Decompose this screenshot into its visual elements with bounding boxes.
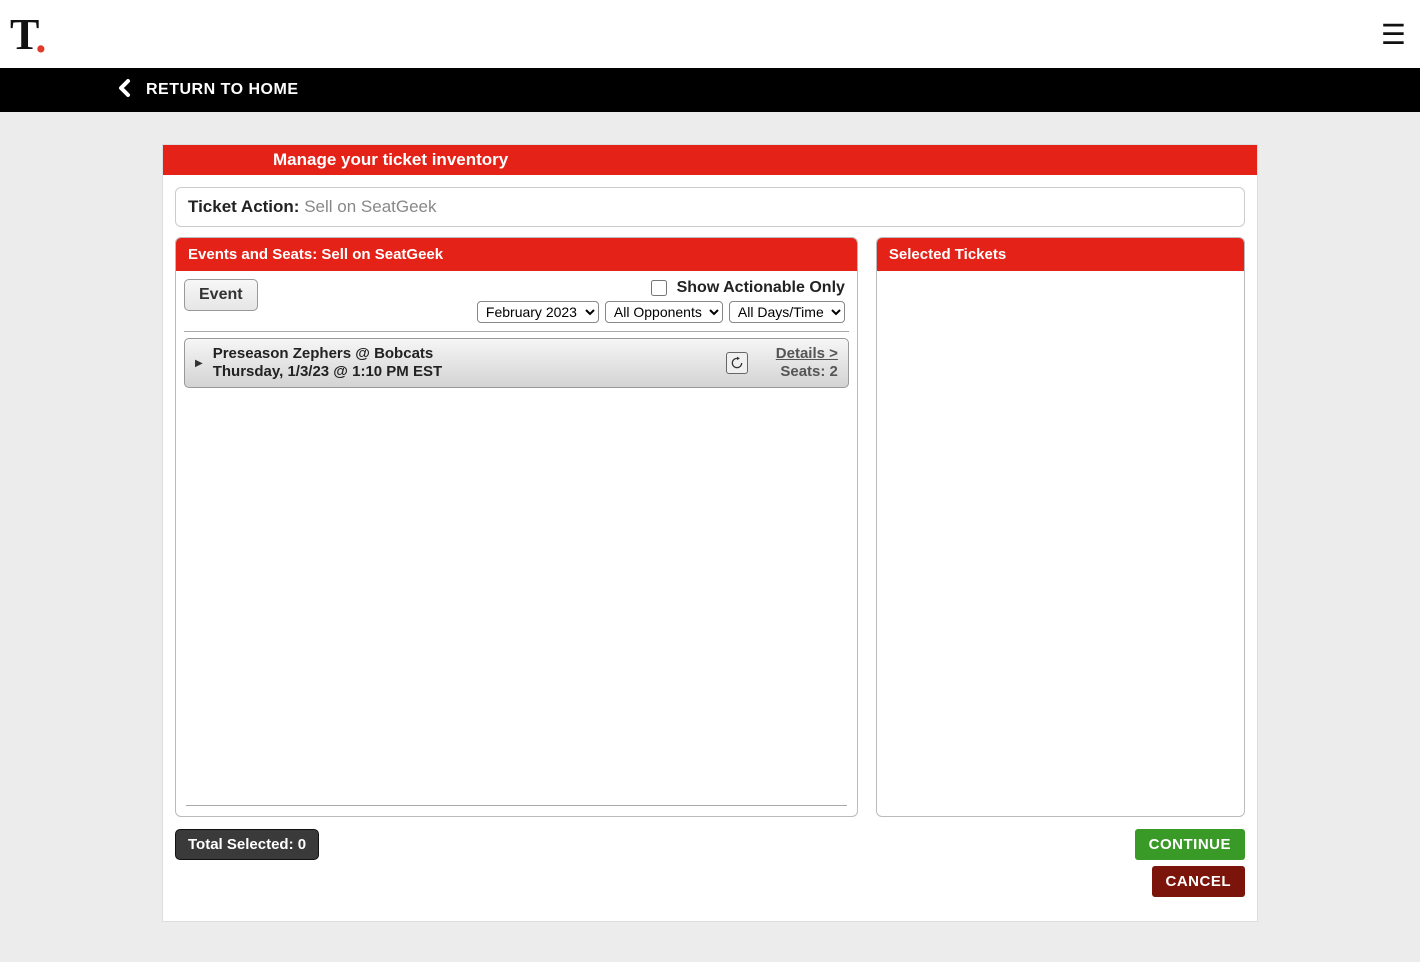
event-info: Preseason Zephers @ Bobcats Thursday, 1/… (213, 345, 442, 381)
logo-dot: . (35, 16, 44, 60)
page-title: Manage your ticket inventory (163, 145, 1257, 175)
filter-row: Event Show Actionable Only February 2023… (184, 279, 849, 332)
daytime-select[interactable]: All Days/Time (729, 301, 845, 323)
page-body: Manage your ticket inventory Ticket Acti… (0, 112, 1420, 922)
event-button[interactable]: Event (184, 279, 258, 311)
event-details-link[interactable]: Details > (776, 345, 838, 363)
month-select[interactable]: February 2023 (477, 301, 599, 323)
main-container: Manage your ticket inventory Ticket Acti… (162, 144, 1258, 922)
return-home-link[interactable]: RETURN TO HOME (118, 79, 298, 102)
ticket-action-box: Ticket Action: Sell on SeatGeek (175, 187, 1245, 227)
actionable-label: Show Actionable Only (677, 279, 845, 297)
continue-button[interactable]: CONTINUE (1135, 829, 1245, 860)
opponent-select[interactable]: All Opponents (605, 301, 723, 323)
filter-selects: February 2023 All Opponents All Days/Tim… (477, 301, 845, 323)
logo[interactable]: T. (10, 9, 44, 60)
selected-panel-body (877, 271, 1244, 816)
events-panel: Events and Seats: Sell on SeatGeek Event… (175, 237, 858, 817)
total-selected-badge: Total Selected: 0 (175, 829, 319, 860)
ticket-action-value: Sell on SeatGeek (304, 197, 436, 216)
selected-panel-header: Selected Tickets (877, 238, 1244, 271)
refresh-icon[interactable] (726, 352, 748, 374)
footer-row: Total Selected: 0 CONTINUE CANCEL (163, 817, 1257, 897)
events-panel-body: Event Show Actionable Only February 2023… (176, 271, 857, 816)
columns: Events and Seats: Sell on SeatGeek Event… (163, 237, 1257, 817)
event-datetime: Thursday, 1/3/23 @ 1:10 PM EST (213, 363, 442, 381)
actionable-checkbox[interactable] (651, 280, 667, 296)
caret-right-icon: ▶ (195, 358, 203, 369)
return-home-label: RETURN TO HOME (146, 81, 298, 99)
top-header: T. ☰ (0, 0, 1420, 68)
event-meta: Details > Seats: 2 (776, 345, 838, 381)
nav-bar: RETURN TO HOME (0, 68, 1420, 112)
event-seats: Seats: 2 (776, 363, 838, 381)
event-title: Preseason Zephers @ Bobcats (213, 345, 442, 363)
filter-controls: Show Actionable Only February 2023 All O… (477, 279, 845, 323)
action-buttons: CONTINUE CANCEL (1135, 829, 1245, 897)
selected-panel: Selected Tickets (876, 237, 1245, 817)
event-row[interactable]: ▶ Preseason Zephers @ Bobcats Thursday, … (184, 338, 849, 388)
chevron-left-icon (118, 79, 132, 102)
panel-divider (186, 805, 847, 806)
events-panel-header: Events and Seats: Sell on SeatGeek (176, 238, 857, 271)
logo-text: T (10, 9, 37, 60)
ticket-action-label: Ticket Action: (188, 197, 299, 216)
cancel-button[interactable]: CANCEL (1152, 866, 1246, 897)
actionable-toggle[interactable]: Show Actionable Only (651, 279, 845, 297)
hamburger-icon[interactable]: ☰ (1381, 18, 1406, 51)
